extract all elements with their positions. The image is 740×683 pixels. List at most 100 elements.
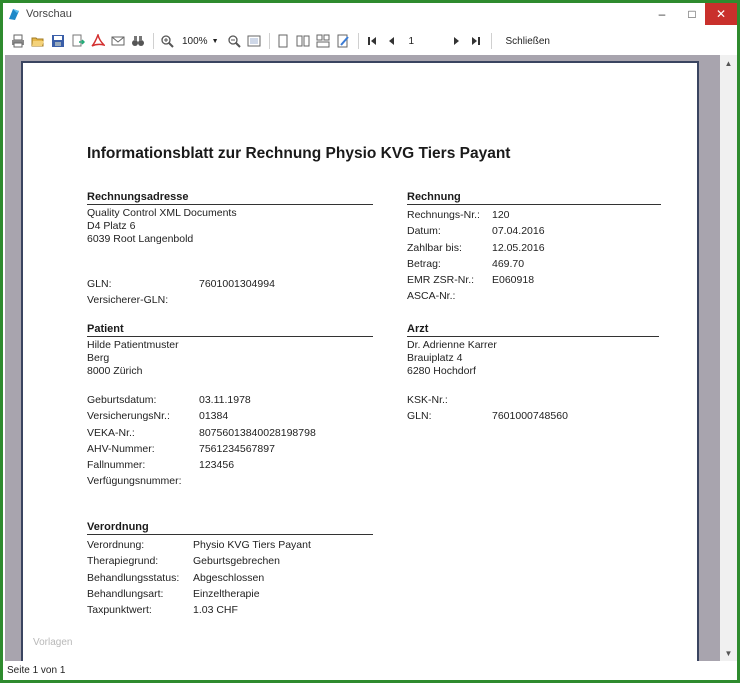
save-button[interactable]: [49, 32, 67, 50]
fit-page-icon: [247, 35, 261, 47]
toolbar: 100% ▼ 1 Schließen: [3, 29, 737, 53]
patient-value: 01384: [199, 410, 229, 423]
minimize-icon: –: [658, 7, 666, 21]
patient-value: 03.11.1978: [199, 394, 251, 406]
minimize-button[interactable]: –: [647, 3, 677, 25]
patient-label: Verfügungsnummer:: [87, 475, 182, 488]
prescription-row: Therapiegrund: Geburtsgebrechen: [87, 553, 373, 569]
patient-address-line: Berg: [87, 352, 110, 364]
invoice-row: ASCA-Nr.:: [407, 288, 661, 304]
find-button[interactable]: [129, 32, 147, 50]
next-page-button[interactable]: [447, 32, 465, 50]
zoom-value: 100%: [182, 35, 208, 47]
gln-label: GLN:: [87, 278, 112, 290]
export-button[interactable]: [69, 32, 87, 50]
watermark-button[interactable]: [334, 32, 352, 50]
toolbar-separator: [490, 33, 492, 49]
invoice-row: Rechnungs-Nr.: 120: [407, 207, 661, 223]
prescription-value: 1.03 CHF: [193, 604, 238, 617]
insurer-gln-row: Versicherer-GLN:: [87, 292, 373, 308]
doctor-label: KSK-Nr.:: [407, 394, 448, 406]
billing-address-section: Rechnungsadresse Quality Control XML Doc…: [87, 191, 373, 309]
patient-label: Geburtsdatum:: [87, 394, 157, 406]
prescription-row: Verordnung: Physio KVG Tiers Payant: [87, 537, 373, 553]
maximize-button[interactable]: □: [677, 3, 707, 25]
prescription-label: Therapiegrund:: [87, 555, 159, 568]
gln-row: GLN: 7601001304994: [87, 276, 373, 292]
two-pages-button[interactable]: [294, 32, 312, 50]
patient-row: VEKA-Nr.: 80756013840028198798: [87, 425, 373, 441]
status-bar: Seite 1 von 1: [3, 661, 737, 680]
close-window-button[interactable]: ✕: [705, 3, 737, 25]
patient-row: VersicherungsNr.: 01384: [87, 408, 373, 424]
patient-label: VEKA-Nr.:: [87, 426, 135, 439]
pdf-button[interactable]: [89, 32, 107, 50]
zoom-in-button[interactable]: [158, 32, 176, 50]
print-button[interactable]: [9, 32, 27, 50]
scroll-up-icon[interactable]: ▲: [720, 55, 737, 71]
page-number-input[interactable]: 1: [409, 36, 443, 47]
doctor-value: 7601000748560: [492, 410, 568, 423]
patient-row: Verfügungsnummer:: [87, 473, 373, 489]
close-preview-button[interactable]: Schließen: [502, 34, 554, 49]
invoice-value: E060918: [492, 274, 535, 287]
preview-window: Vorschau – □ ✕ 100% ▼ 1 Schließen Inform…: [3, 3, 737, 680]
document-page: Informationsblatt zur Rechnung Physio KV…: [21, 61, 699, 661]
gln-value: 7601001304994: [199, 278, 275, 290]
invoice-label: ASCA-Nr.:: [407, 290, 456, 303]
prescription-row: Behandlungsstatus: Abgeschlossen: [87, 570, 373, 586]
invoice-value: 469.70: [492, 257, 525, 270]
patient-address-line: 8000 Zürich: [87, 365, 143, 377]
email-button[interactable]: [109, 32, 127, 50]
fit-page-button[interactable]: [245, 32, 263, 50]
invoice-label: Zahlbar bis:: [407, 241, 462, 254]
prescription-value: Einzeltherapie: [193, 587, 260, 600]
invoice-value: 07.04.2016: [492, 225, 545, 238]
billing-address-heading: Rechnungsadresse: [87, 191, 373, 205]
patient-label: VersicherungsNr.:: [87, 410, 170, 423]
open-button[interactable]: [29, 32, 47, 50]
invoice-label: EMR ZSR-Nr.:: [407, 274, 475, 287]
prev-page-button[interactable]: [383, 32, 401, 50]
doctor-label: GLN:: [407, 410, 432, 423]
zoom-in-icon: [161, 35, 174, 48]
prescription-label: Verordnung:: [87, 539, 145, 551]
doctor-section: Arzt Dr. Adrienne Karrer Brauiplatz 4 62…: [407, 323, 659, 425]
prescription-label: Behandlungsart:: [87, 587, 164, 600]
doctor-address-line: Brauiplatz 4: [407, 352, 463, 364]
first-page-button[interactable]: [363, 32, 381, 50]
zoom-dropdown[interactable]: 100% ▼: [182, 36, 219, 47]
maximize-icon: □: [688, 7, 696, 21]
close-icon: ✕: [715, 7, 727, 21]
first-page-icon: [367, 37, 376, 45]
patient-label: AHV-Nummer:: [87, 442, 155, 455]
prescription-label: Behandlungsstatus:: [87, 571, 180, 584]
billing-address-line: D4 Platz 6: [87, 220, 136, 232]
save-icon: [52, 35, 64, 47]
export-icon: [72, 34, 85, 47]
template-footer-label: Vorlagen: [33, 637, 73, 648]
window-title: Vorschau: [26, 8, 72, 20]
scroll-down-icon[interactable]: ▼: [720, 645, 737, 661]
toolbar-separator: [268, 33, 270, 49]
prescription-row: Taxpunktwert: 1.03 CHF: [87, 602, 373, 618]
patient-value: 123456: [199, 459, 235, 472]
vertical-scrollbar[interactable]: ▲ ▼: [720, 55, 737, 661]
billing-address-line: Quality Control XML Documents: [87, 207, 237, 219]
patient-value: 7561234567897: [199, 442, 275, 455]
multi-page-button[interactable]: [314, 32, 332, 50]
zoom-out-button[interactable]: [225, 32, 243, 50]
prescription-value: Physio KVG Tiers Payant: [193, 539, 311, 551]
invoice-heading: Rechnung: [407, 191, 661, 205]
title-bar: Vorschau – □ ✕: [3, 3, 737, 25]
insurer-gln-label: Versicherer-GLN:: [87, 294, 169, 307]
prescription-heading: Verordnung: [87, 521, 373, 535]
preview-viewport[interactable]: Informationsblatt zur Rechnung Physio KV…: [5, 55, 720, 661]
patient-section: Patient Hilde Patientmuster Berg 8000 Zü…: [87, 323, 373, 490]
last-page-button[interactable]: [467, 32, 485, 50]
patient-heading: Patient: [87, 323, 373, 337]
invoice-row: EMR ZSR-Nr.: E060918: [407, 272, 661, 288]
patient-row: Fallnummer: 123456: [87, 457, 373, 473]
single-page-button[interactable]: [274, 32, 292, 50]
chevron-down-icon: ▼: [211, 37, 219, 45]
